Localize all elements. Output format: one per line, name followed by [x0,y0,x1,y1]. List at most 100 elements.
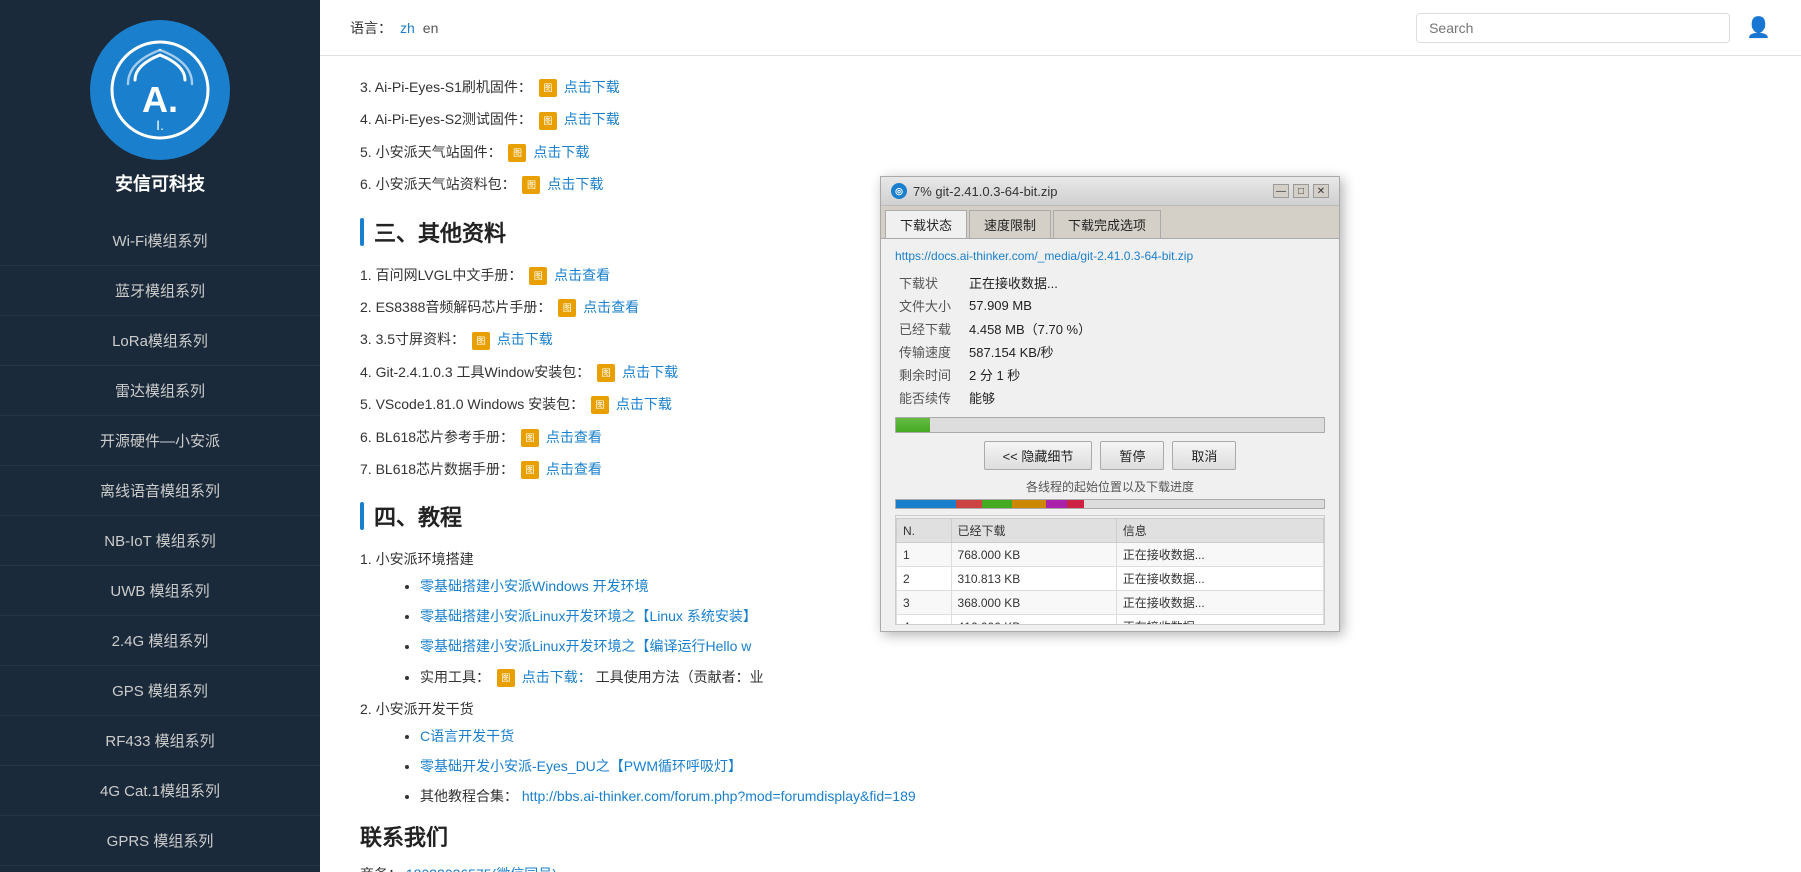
sidebar-item-wifi[interactable]: Wi-Fi模组系列 [0,216,320,266]
header-right: 👤 [1416,13,1771,43]
sidebar-item-gps[interactable]: GPS 模组系列 [0,666,320,716]
pause-button[interactable]: 暂停 [1100,441,1164,470]
sidebar-item-xiaoanpai[interactable]: 开源硬件—小安派 [0,416,320,466]
top-header: 语言： zh en 👤 [320,0,1801,56]
dialog-info-table: 下载状 正在接收数据... 文件大小 57.909 MB 已经下载 4.458 … [895,271,1325,409]
brand-name: 安信可科技 [115,170,205,196]
dialog-title-left: ◎ 7% git-2.41.0.3-64-bit.zip [891,183,1058,199]
view-link[interactable]: 点击查看 [554,267,610,283]
link-icon: 图 [521,429,539,447]
sub-link[interactable]: 零基础开发小安派-Eyes_DU之【PWM循环呼吸灯】 [420,758,742,774]
sidebar-item-lora[interactable]: LoRa模组系列 [0,316,320,366]
dialog-body: https://docs.ai-thinker.com/_media/git-2… [881,239,1339,631]
dialog-url: https://docs.ai-thinker.com/_media/git-2… [895,249,1325,263]
sidebar-item-radar[interactable]: 雷达模组系列 [0,366,320,416]
download-link[interactable]: 点击下载 [547,176,603,192]
section-bar [360,218,364,246]
sub-link[interactable]: 零基础搭建小安派Linux开发环境之【编译运行Hello w [420,638,751,654]
sidebar-item-voice[interactable]: 离线语音模组系列 [0,466,320,516]
link-icon: 图 [539,79,557,97]
col-info: 信息 [1116,519,1323,543]
threads-label: 各线程的起始位置以及下载进度 [895,478,1325,495]
thread-table: N. 已经下载 信息 1768.000 KB正在接收数据...2310.813 … [896,518,1324,625]
lang-zh-link[interactable]: zh [400,20,415,36]
dialog-tabs: 下载状态 速度限制 下载完成选项 [881,206,1339,239]
hide-details-button[interactable]: << 隐藏细节 [984,441,1093,470]
sidebar-item-4g[interactable]: 4G Cat.1模组系列 [0,766,320,816]
table-header-row: N. 已经下载 信息 [897,519,1324,543]
info-row: 传输速度 587.154 KB/秒 [895,340,1325,363]
link-icon: 图 [497,669,515,687]
download-link[interactable]: 点击下载： [522,669,592,685]
dialog-title-icon: ◎ [891,183,907,199]
dialog-titlebar[interactable]: ◎ 7% git-2.41.0.3-64-bit.zip — □ ✕ [881,177,1339,206]
lang-label: 语言： [350,18,392,38]
link-icon: 图 [597,364,615,382]
download-link[interactable]: 点击下载 [497,331,553,347]
tab-download-status[interactable]: 下载状态 [885,210,967,238]
progress-fill [896,418,930,432]
thread-table-wrapper[interactable]: N. 已经下载 信息 1768.000 KB正在接收数据...2310.813 … [895,515,1325,625]
sub-link[interactable]: 零基础搭建小安派Windows 开发环境 [420,578,649,594]
download-link[interactable]: 点击下载 [616,396,672,412]
forum-link[interactable]: http://bbs.ai-thinker.com/forum.php?mod=… [522,788,916,804]
download-link[interactable]: 点击下载 [564,111,620,127]
contact-business: 商务： 18022036575(微信同号) [360,864,1761,872]
section4-title: 四、教程 [374,500,462,532]
sub-list: C语言开发干货 零基础开发小安派-Eyes_DU之【PWM循环呼吸灯】 其他教程… [360,725,1761,808]
sidebar-item-nbiot[interactable]: NB-IoT 模组系列 [0,516,320,566]
minimize-button[interactable]: — [1273,184,1289,198]
list-item: C语言开发干货 [420,725,1761,747]
view-link[interactable]: 点击查看 [546,461,602,477]
thread-progress-bar [895,499,1325,509]
link-icon: 图 [558,299,576,317]
view-link[interactable]: 点击查看 [583,299,639,315]
language-switcher: 语言： zh en [350,18,438,38]
download-link[interactable]: 点击下载 [533,144,589,160]
svg-text:A.: A. [142,79,178,120]
business-phone[interactable]: 18022036575(微信同号) [406,866,557,872]
col-downloaded: 已经下载 [951,519,1116,543]
page-content: 3. Ai-Pi-Eyes-S1刷机固件： 图 点击下载 4. Ai-Pi-Ey… [320,56,1801,872]
contact-section: 联系我们 商务： 18022036575(微信同号) 邮箱： support@a… [360,820,1761,872]
titlebar-controls: — □ ✕ [1273,184,1329,198]
lang-en-link[interactable]: en [423,20,439,36]
view-link[interactable]: 点击查看 [546,429,602,445]
list-item: 零基础搭建小安派Linux开发环境之【编译运行Hello w [420,635,1761,657]
sidebar-item-uwb[interactable]: UWB 模组系列 [0,566,320,616]
progress-bar [895,417,1325,433]
link-icon: 图 [521,461,539,479]
list-item: 3. Ai-Pi-Eyes-S1刷机固件： 图 点击下载 [360,76,1761,98]
list-item: 实用工具： 图 点击下载： 工具使用方法（贡献者：业 [420,666,1761,688]
tab-speed-limit[interactable]: 速度限制 [969,210,1051,238]
table-row: 2310.813 KB正在接收数据... [897,567,1324,591]
svg-text:I.: I. [156,117,164,133]
search-input[interactable] [1416,13,1730,43]
sub-link[interactable]: C语言开发干货 [420,728,514,744]
list-item: 其他教程合集： http://bbs.ai-thinker.com/forum.… [420,785,1761,807]
user-icon[interactable]: 👤 [1746,15,1771,40]
restore-button[interactable]: □ [1293,184,1309,198]
list-item: 5. 小安派天气站固件： 图 点击下载 [360,141,1761,163]
table-row: 3368.000 KB正在接收数据... [897,591,1324,615]
list-item: 零基础开发小安派-Eyes_DU之【PWM循环呼吸灯】 [420,755,1761,777]
close-button[interactable]: ✕ [1313,184,1329,198]
info-row: 文件大小 57.909 MB [895,294,1325,317]
download-link[interactable]: 点击下载 [622,364,678,380]
col-n: N. [897,519,952,543]
cancel-button[interactable]: 取消 [1172,441,1236,470]
tab-complete-options[interactable]: 下载完成选项 [1053,210,1161,238]
link-icon: 图 [508,144,526,162]
sub-link[interactable]: 零基础搭建小安派Linux开发环境之【Linux 系统安装】 [420,608,757,624]
list-item: 2. 小安派开发干货 C语言开发干货 零基础开发小安派-Eyes_DU之【PWM… [360,698,1761,808]
dialog-buttons: << 隐藏细节 暂停 取消 [895,441,1325,470]
download-dialog: ◎ 7% git-2.41.0.3-64-bit.zip — □ ✕ 下载状态 … [880,176,1340,632]
download-link[interactable]: 点击下载 [564,79,620,95]
sidebar-item-bluetooth[interactable]: 蓝牙模组系列 [0,266,320,316]
table-row: 1768.000 KB正在接收数据... [897,543,1324,567]
sidebar-item-rf433[interactable]: RF433 模组系列 [0,716,320,766]
sidebar: A. I. 安信可科技 Wi-Fi模组系列 蓝牙模组系列 LoRa模组系列 雷达… [0,0,320,872]
link-icon: 图 [472,332,490,350]
sidebar-item-2g4[interactable]: 2.4G 模组系列 [0,616,320,666]
sidebar-item-gprs[interactable]: GPRS 模组系列 [0,816,320,866]
